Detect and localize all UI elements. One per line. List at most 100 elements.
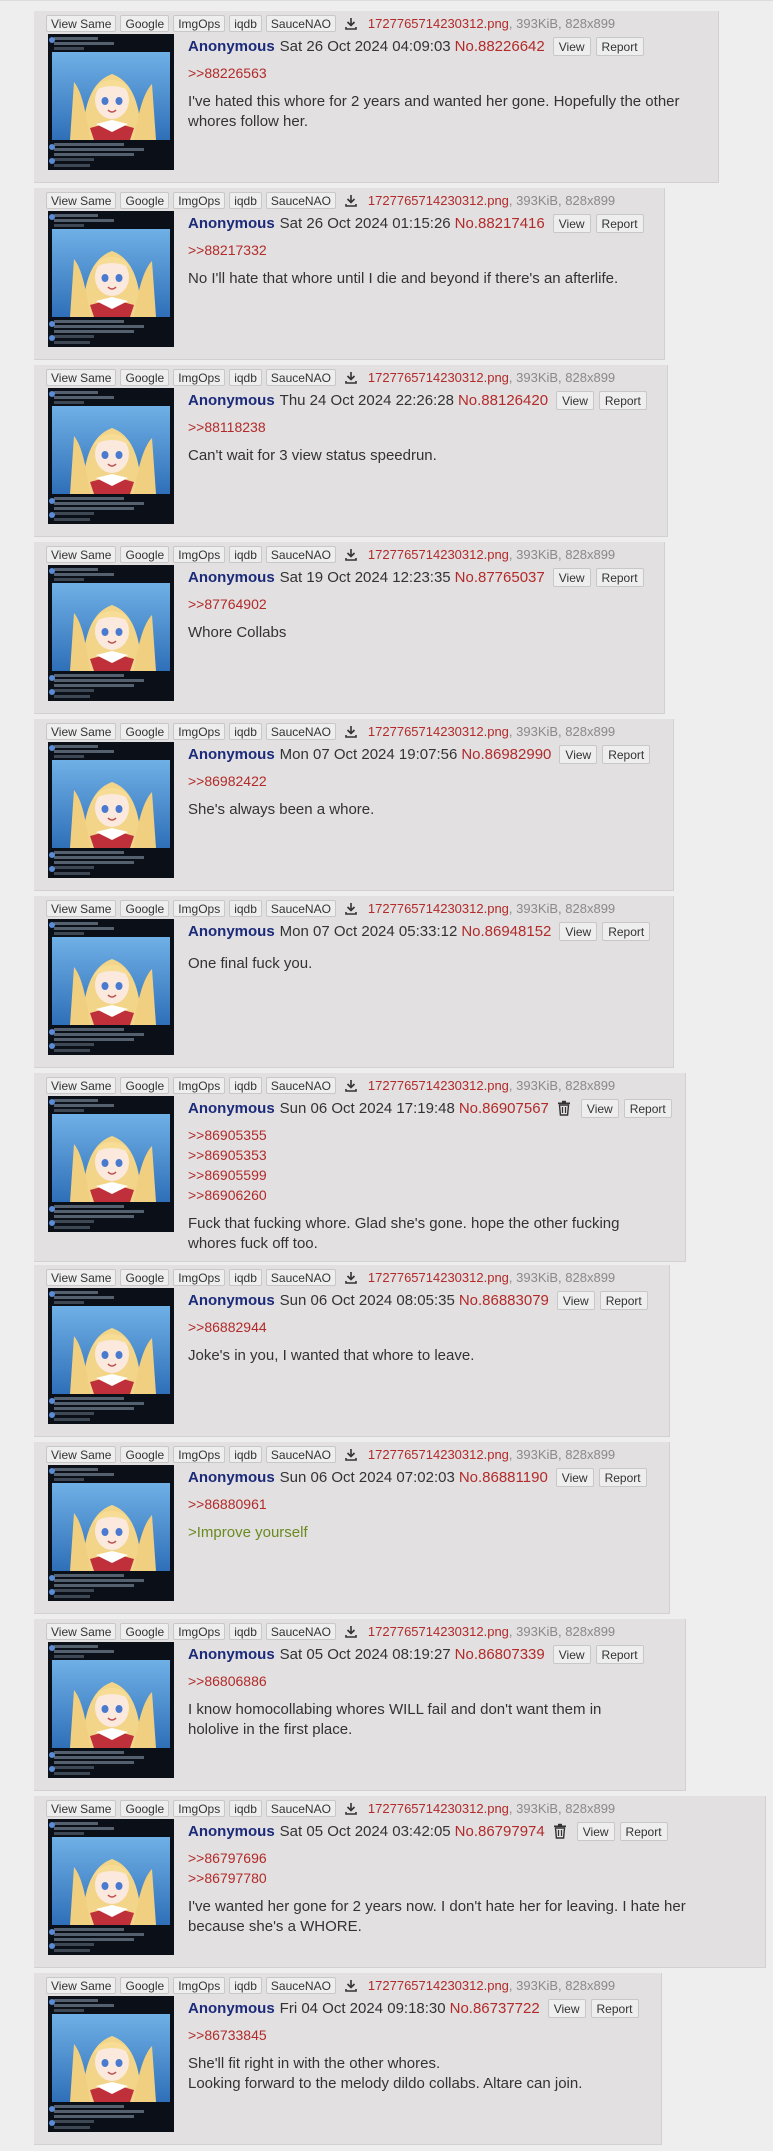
file-name-link[interactable]: 1727765714230312.png [368,901,509,916]
post-number-link[interactable]: No.86982990 [461,746,551,763]
download-icon[interactable] [342,1446,360,1463]
post-thumbnail[interactable] [48,34,174,170]
report-button[interactable]: Report [598,390,647,410]
file-name-link[interactable]: 1727765714230312.png [368,193,509,208]
saucenao-button[interactable]: SauceNAO [265,723,336,740]
file-name-link[interactable]: 1727765714230312.png [368,1270,509,1285]
post-thumbnail[interactable] [48,1465,174,1601]
google-search-button[interactable]: Google [120,1800,170,1817]
saucenao-button[interactable]: SauceNAO [265,369,336,386]
file-name-link[interactable]: 1727765714230312.png [368,370,509,385]
saucenao-button[interactable]: SauceNAO [265,15,336,32]
imgops-button[interactable]: ImgOps [173,1800,226,1817]
post-number-link[interactable]: No.86807339 [455,1646,545,1663]
iqdb-button[interactable]: iqdb [229,1269,262,1286]
view-same-button[interactable]: View Same [46,900,117,917]
download-icon[interactable] [342,900,360,917]
imgops-button[interactable]: ImgOps [173,1977,226,1994]
quote-link[interactable]: >>88217332 [188,240,654,260]
report-button[interactable]: Report [619,1821,668,1841]
post-number-link[interactable]: No.88217416 [455,215,545,232]
quote-link[interactable]: >>86982422 [188,771,663,791]
quote-link[interactable]: >>87764902 [188,594,654,614]
quote-link[interactable]: >>86905353 [188,1145,675,1165]
file-name-link[interactable]: 1727765714230312.png [368,1978,509,1993]
imgops-button[interactable]: ImgOps [173,1269,226,1286]
saucenao-button[interactable]: SauceNAO [265,1977,336,1994]
post-number-link[interactable]: No.87765037 [455,569,545,586]
post-thumbnail[interactable] [48,742,174,878]
view-button[interactable]: View [576,1821,615,1841]
view-same-button[interactable]: View Same [46,192,117,209]
quote-link[interactable]: >>86797780 [188,1868,755,1888]
view-same-button[interactable]: View Same [46,1269,117,1286]
report-button[interactable]: Report [595,567,644,587]
google-search-button[interactable]: Google [120,1269,170,1286]
trash-icon[interactable] [557,1100,571,1116]
google-search-button[interactable]: Google [120,369,170,386]
download-icon[interactable] [342,1269,360,1286]
iqdb-button[interactable]: iqdb [229,1977,262,1994]
report-button[interactable]: Report [595,213,644,233]
view-button[interactable]: View [552,1644,591,1664]
post-thumbnail[interactable] [48,1996,174,2132]
iqdb-button[interactable]: iqdb [229,1446,262,1463]
imgops-button[interactable]: ImgOps [173,369,226,386]
view-same-button[interactable]: View Same [46,1800,117,1817]
saucenao-button[interactable]: SauceNAO [265,900,336,917]
view-same-button[interactable]: View Same [46,723,117,740]
view-button[interactable]: View [580,1098,619,1118]
download-icon[interactable] [342,723,360,740]
post-number-link[interactable]: No.86737722 [450,2000,540,2017]
report-button[interactable]: Report [590,1998,639,2018]
iqdb-button[interactable]: iqdb [229,192,262,209]
file-name-link[interactable]: 1727765714230312.png [368,547,509,562]
quote-link[interactable]: >>86880961 [188,1494,659,1514]
download-icon[interactable] [342,1077,360,1094]
imgops-button[interactable]: ImgOps [173,1623,226,1640]
imgops-button[interactable]: ImgOps [173,1077,226,1094]
download-icon[interactable] [342,1977,360,1994]
post-thumbnail[interactable] [48,1819,174,1955]
saucenao-button[interactable]: SauceNAO [265,1446,336,1463]
quote-link[interactable]: >>86806886 [188,1671,675,1691]
iqdb-button[interactable]: iqdb [229,1800,262,1817]
iqdb-button[interactable]: iqdb [229,369,262,386]
iqdb-button[interactable]: iqdb [229,1077,262,1094]
download-icon[interactable] [342,1800,360,1817]
iqdb-button[interactable]: iqdb [229,900,262,917]
saucenao-button[interactable]: SauceNAO [265,1800,336,1817]
view-same-button[interactable]: View Same [46,15,117,32]
post-number-link[interactable]: No.88126420 [458,392,548,409]
file-name-link[interactable]: 1727765714230312.png [368,724,509,739]
google-search-button[interactable]: Google [120,192,170,209]
post-number-link[interactable]: No.86907567 [459,1100,549,1117]
view-same-button[interactable]: View Same [46,369,117,386]
post-number-link[interactable]: No.86881190 [459,1469,548,1486]
file-name-link[interactable]: 1727765714230312.png [368,1624,509,1639]
view-same-button[interactable]: View Same [46,1077,117,1094]
imgops-button[interactable]: ImgOps [173,192,226,209]
download-icon[interactable] [342,1623,360,1640]
saucenao-button[interactable]: SauceNAO [265,1269,336,1286]
google-search-button[interactable]: Google [120,1977,170,1994]
report-button[interactable]: Report [595,36,644,56]
iqdb-button[interactable]: iqdb [229,15,262,32]
report-button[interactable]: Report [598,1467,647,1487]
post-thumbnail[interactable] [48,919,174,1055]
view-button[interactable]: View [552,36,591,56]
imgops-button[interactable]: ImgOps [173,1446,226,1463]
view-same-button[interactable]: View Same [46,1446,117,1463]
view-button[interactable]: View [556,390,594,410]
report-button[interactable]: Report [599,1290,648,1310]
view-same-button[interactable]: View Same [46,1977,117,1994]
view-same-button[interactable]: View Same [46,1623,117,1640]
imgops-button[interactable]: ImgOps [173,15,226,32]
quote-link[interactable]: >>86905599 [188,1165,675,1185]
view-button[interactable]: View [552,567,591,587]
quote-link[interactable]: >>88226563 [188,63,708,83]
view-button[interactable]: View [559,921,598,941]
saucenao-button[interactable]: SauceNAO [265,546,336,563]
post-thumbnail[interactable] [48,1642,174,1778]
view-button[interactable]: View [559,744,598,764]
